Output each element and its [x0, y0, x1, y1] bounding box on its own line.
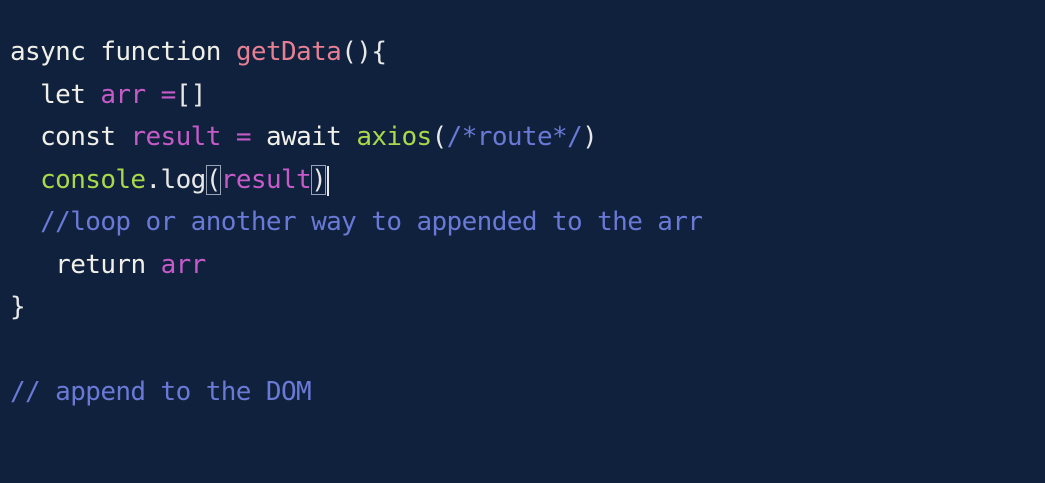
code-line-6: return arr [10, 248, 206, 282]
function-name: getData [235, 37, 342, 67]
matched-paren-open: ( [205, 165, 221, 195]
code-line-4: console.log(result) [10, 163, 330, 197]
argument-result: result [220, 165, 312, 195]
code-line-3: const result = await axios(/*route*/) [10, 120, 598, 154]
keyword-await: await [265, 122, 342, 152]
code-line-5: //loop or another way to appended to the… [10, 205, 703, 239]
comment-append-dom: // append to the DOM [10, 377, 312, 407]
variable-arr: arr [100, 80, 146, 110]
comment-loop: //loop or another way to appended to the… [40, 207, 703, 237]
code-line-2: let arr =[] [10, 78, 206, 112]
function-call-axios: axios [356, 122, 432, 152]
member-dot: . [145, 165, 161, 195]
paren-close: ) [582, 122, 598, 152]
code-line-1: async function getData(){ [10, 35, 387, 69]
array-literal: [] [175, 80, 207, 110]
console-object: console [40, 165, 146, 195]
variable-arr: arr [160, 250, 207, 280]
method-log: log [160, 165, 207, 195]
keyword-async: async [10, 37, 86, 67]
text-cursor [327, 165, 330, 196]
code-line-9: // append to the DOM [10, 375, 312, 409]
code-editor[interactable]: async function getData(){ let arr =[] co… [0, 0, 1045, 483]
closing-brace: } [10, 292, 26, 322]
keyword-const: const [40, 122, 116, 152]
matched-paren-close: ) [311, 165, 327, 195]
assignment-operator: = [160, 80, 177, 110]
keyword-return: return [55, 250, 146, 280]
variable-result: result [130, 122, 221, 152]
assignment-operator: = [235, 122, 252, 152]
keyword-function: function [100, 37, 221, 67]
code-line-7: } [10, 290, 26, 324]
keyword-let: let [40, 80, 86, 110]
paren-open: ( [431, 122, 448, 152]
inline-comment-route: /*route*/ [446, 122, 583, 152]
function-signature-tail: (){ [341, 37, 387, 67]
